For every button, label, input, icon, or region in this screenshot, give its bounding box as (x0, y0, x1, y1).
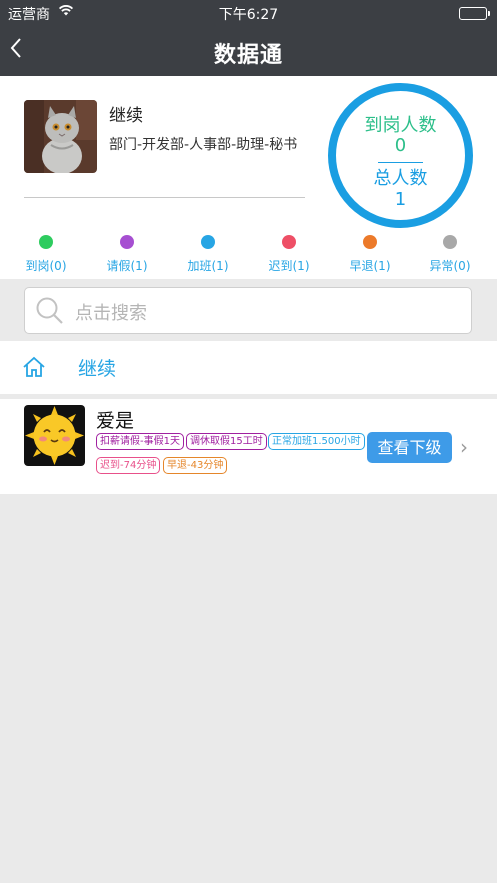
total-count: 1 (394, 189, 407, 210)
clock: 下午6:27 (218, 7, 279, 23)
sun-face-icon (24, 405, 85, 466)
status-badge: 迟到-74分钟 (96, 457, 161, 474)
view-subordinates-button[interactable]: 查看下级 (367, 432, 452, 463)
status-badge: 正常加班1.500小时 (268, 433, 365, 450)
avatar (24, 100, 97, 173)
profile-card: 继续 部门-开发部-人事部-助理-秘书 到岗人数 0 总人数 1 到岗(0) 请… (0, 76, 497, 279)
status-dot-icon (120, 235, 134, 249)
on-duty-count: 0 (394, 135, 407, 156)
member-name: 爱是 (96, 410, 135, 432)
attendance-summary-ring: 到岗人数 0 总人数 1 (328, 83, 473, 228)
breadcrumb-item[interactable]: 继续 (78, 354, 116, 381)
legend-abnormal[interactable]: 异常(0) (410, 235, 490, 274)
status-badge: 早退-43分钟 (163, 457, 228, 474)
list-item[interactable]: 爱是 扣薪请假-事假1天 调休取假15工时 正常加班1.500小时 迟到-74分… (0, 399, 497, 494)
legend-label: 异常(0) (429, 259, 471, 273)
breadcrumb: 继续 (0, 341, 497, 394)
chevron-right-icon[interactable]: › (460, 435, 468, 459)
legend-label: 请假(1) (106, 259, 148, 273)
home-icon[interactable] (22, 355, 46, 379)
search-input[interactable]: 点击搜索 (24, 287, 472, 334)
search-placeholder: 点击搜索 (75, 303, 147, 324)
user-department: 部门-开发部-人事部-助理-秘书 (109, 137, 298, 153)
on-duty-label: 到岗人数 (364, 115, 437, 136)
search-section: 点击搜索 (0, 279, 497, 341)
status-dot-icon (363, 235, 377, 249)
nav-bar: 数据通 (0, 26, 497, 76)
legend-label: 到岗(0) (25, 259, 67, 273)
status-dot-icon (443, 235, 457, 249)
legend-leave[interactable]: 请假(1) (87, 235, 167, 274)
legend-early-leave[interactable]: 早退(1) (330, 235, 410, 274)
status-dot-icon (201, 235, 215, 249)
avatar (24, 405, 85, 466)
legend-overtime[interactable]: 加班(1) (168, 235, 248, 274)
total-label: 总人数 (373, 168, 428, 189)
status-dot-icon (39, 235, 53, 249)
legend-label: 加班(1) (187, 259, 229, 273)
user-name: 继续 (109, 106, 143, 126)
cat-photo-icon (24, 100, 97, 173)
legend-label: 迟到(1) (268, 259, 310, 273)
legend-label: 早退(1) (349, 259, 391, 273)
battery-icon (459, 7, 490, 20)
legend-on-duty[interactable]: 到岗(0) (6, 235, 86, 274)
status-dot-icon (282, 235, 296, 249)
ring-divider (378, 162, 423, 163)
status-bar: 运营商 下午6:27 (0, 0, 497, 26)
page-title: 数据通 (213, 43, 283, 68)
status-badge: 扣薪请假-事假1天 (96, 433, 184, 450)
status-badge: 调休取假15工时 (186, 433, 267, 450)
search-icon (36, 297, 63, 324)
divider (24, 197, 305, 198)
legend-late[interactable]: 迟到(1) (249, 235, 329, 274)
